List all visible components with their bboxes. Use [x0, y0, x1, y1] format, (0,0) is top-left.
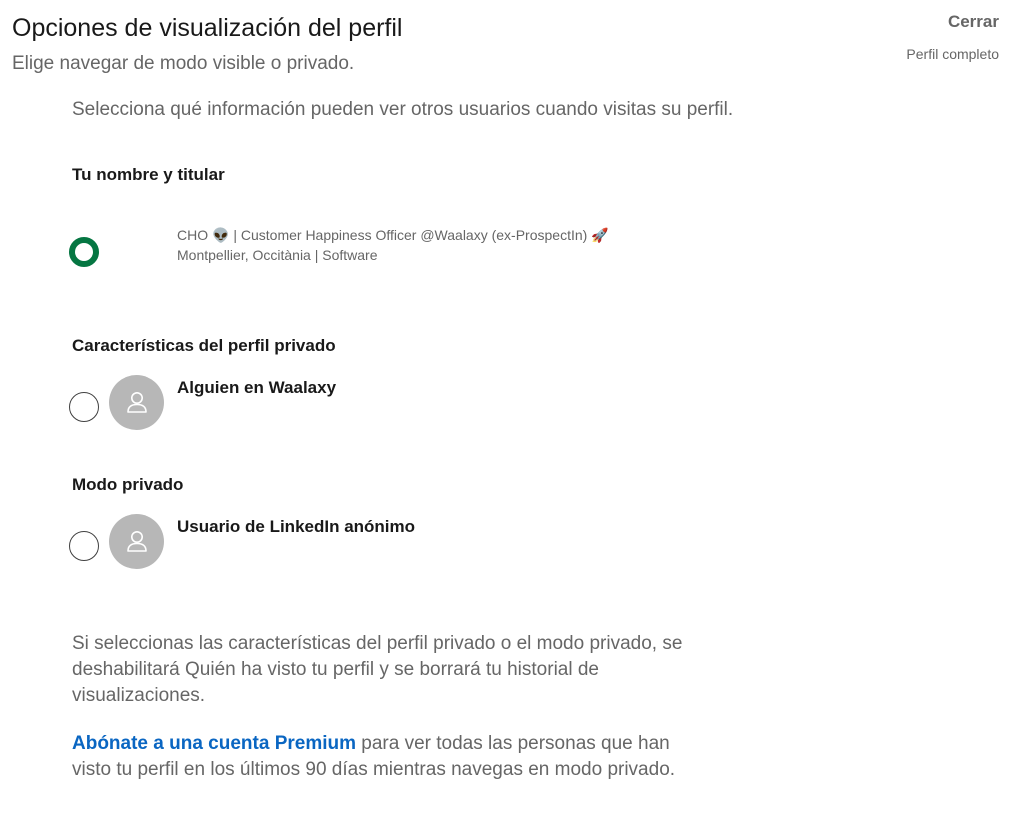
- ghost-avatar: [109, 375, 164, 430]
- intro-text: Selecciona qué información pueden ver ot…: [72, 99, 734, 120]
- radio-private-mode[interactable]: [69, 531, 99, 561]
- page-title: Opciones de visualización del perfil: [12, 14, 403, 42]
- ghost-avatar: [109, 514, 164, 569]
- ghost-person-icon: [126, 530, 147, 552]
- premium-link[interactable]: Abónate a una cuenta Premium: [72, 733, 356, 754]
- radio-private-characteristics[interactable]: [69, 392, 99, 422]
- page-subtitle: Elige navegar de modo visible o privado.: [12, 53, 355, 74]
- close-button[interactable]: Cerrar: [948, 12, 999, 32]
- rocket-icon: 🚀: [591, 228, 609, 244]
- headline-text: | Customer Happiness Officer @Waalaxy (e…: [233, 227, 588, 243]
- premium-promo: Abónate a una cuenta Premium para ver to…: [72, 731, 712, 783]
- private-mode-note: Si seleccionas las características del p…: [72, 633, 683, 706]
- headline-block: CHO 👽 | Customer Happiness Officer @Waal…: [177, 226, 609, 265]
- full-profile-label: Perfil completo: [906, 46, 999, 62]
- section-title-name-headline: Tu nombre y titular: [72, 165, 225, 184]
- ghost-person-icon: [126, 391, 147, 413]
- alien-icon: 👽: [212, 228, 230, 244]
- option-name-private-mode: Usuario de LinkedIn anónimo: [177, 517, 416, 536]
- radio-name-headline[interactable]: [69, 237, 99, 267]
- headline-prefix: CHO: [177, 227, 209, 243]
- section-title-private-mode: Modo privado: [72, 475, 184, 494]
- headline-line: CHO 👽 | Customer Happiness Officer @Waal…: [177, 226, 609, 246]
- option-name-private-characteristics: Alguien en Waalaxy: [177, 378, 337, 397]
- section-title-private-characteristics: Características del perfil privado: [72, 336, 336, 355]
- headline-location: Montpellier, Occitània | Software: [177, 247, 378, 263]
